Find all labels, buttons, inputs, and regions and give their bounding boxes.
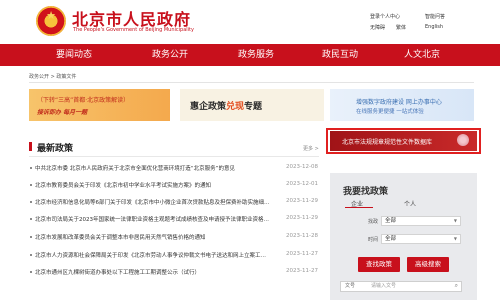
highlight-box	[326, 128, 481, 154]
main-nav: 要闻动态 政务公开 政务服务 政民互动 人文北京	[0, 44, 500, 66]
search-icon[interactable]: ⌕	[455, 281, 458, 290]
divider	[29, 82, 474, 83]
policy-item-date: 2023-11-28	[286, 233, 318, 239]
document-number-search[interactable]: 文号 请输入文号 ⌕	[340, 281, 462, 292]
policy-item-title[interactable]: 北京市人力资源和社会保障局关于印发《北京市劳动人事争议仲裁文书电子送达和网上立案…	[35, 251, 270, 259]
banner2-title: 惠企政策兑现专题	[190, 102, 263, 112]
search-panel-title: 我要找政策	[343, 187, 389, 197]
accessibility-link[interactable]: 无障碍	[370, 24, 385, 31]
policy-item-date: 2023-11-29	[286, 215, 318, 221]
chevron-down-icon: ▼	[453, 218, 457, 223]
nav-item-culture[interactable]: 人文北京	[392, 44, 452, 66]
policy-item-date: 2023-12-08	[286, 164, 318, 170]
policy-item[interactable]: 北京市人力资源和社会保障局关于印发《北京市劳动人事争议仲裁文书电子送达和网上立案…	[29, 251, 321, 261]
policy-field-label: 找政	[368, 219, 379, 225]
policy-type-value: 全部	[385, 218, 397, 224]
site-header: ★ 北京市人民政府 The People's Government of Bei…	[0, 0, 500, 44]
traditional-chinese-link[interactable]: 繁体	[396, 24, 406, 31]
policy-section-title: 最新政策	[37, 144, 74, 154]
policy-item-title[interactable]: 北京市发展和改革委员会关于调整本市非居民用天然气销售价格的通知	[35, 233, 270, 241]
divider	[29, 156, 319, 157]
policy-item-title[interactable]: 北京市司法局关于2023年国家统一法律职业资格主观题考试成绩核查及申请授予法律职…	[35, 215, 270, 223]
banner3-line1: 增强数字政府建设 网上办事中心	[356, 99, 442, 106]
active-tab-indicator	[345, 207, 373, 208]
site-subtitle: The People's Government of Beijing Munic…	[73, 27, 194, 33]
time-field-label: 时间	[368, 237, 379, 243]
bullet-icon	[30, 271, 32, 273]
english-link[interactable]: English	[425, 24, 443, 30]
policy-item-title[interactable]: 中共北京市委 北京市人民政府关于北京市全面优化营商环境打造“北京服务”的意见	[35, 164, 270, 172]
policy-item-title[interactable]: 北京市教育委员会关于印发《北京市初中学业水平考试实施方案》的通知	[35, 181, 270, 189]
smart-qa-link[interactable]: 智能问答	[425, 13, 445, 20]
banner3-line2: 在线服务更便捷 一站式体验	[356, 109, 424, 115]
policy-item-date: 2023-12-01	[286, 181, 318, 187]
policy-item[interactable]: 北京市经济和信息化局等6部门关于印发《北京市中小微企业首次贷款贴息及担保费补助实…	[29, 198, 321, 208]
policy-item[interactable]: 北京市司法局关于2023年国家统一法律职业资格主观题考试成绩核查及申请授予法律职…	[29, 215, 321, 225]
bullet-icon	[30, 184, 32, 186]
nav-item-services[interactable]: 政务服务	[226, 44, 286, 66]
breadcrumb[interactable]: 政务公开 > 政策文件	[29, 73, 76, 80]
chevron-down-icon: ▼	[453, 236, 457, 241]
nav-item-government-affairs[interactable]: 政务公开	[140, 44, 200, 66]
policy-item-date: 2023-11-27	[286, 251, 318, 257]
policy-item-title[interactable]: 北京市通州区九棵树街道办事处以下工程施工工期调整公示（试行）	[35, 268, 270, 276]
time-select[interactable]: 全部 ▼	[381, 234, 461, 244]
banner-digital-government[interactable]: 增强数字政府建设 网上办事中心 在线服务更便捷 一站式体验	[330, 89, 474, 121]
policy-item-date: 2023-11-29	[286, 198, 318, 204]
tab-individual[interactable]: 个人	[404, 199, 416, 208]
bullet-icon	[30, 218, 32, 220]
bullet-icon	[30, 167, 32, 169]
find-policy-button[interactable]: 查找政策	[358, 257, 400, 272]
policy-item[interactable]: 中共北京市委 北京市人民政府关于北京市全面优化营商环境打造“北京服务”的意见 2…	[29, 164, 321, 174]
time-value: 全部	[385, 236, 397, 242]
doc-number-input[interactable]: 请输入文号	[371, 282, 396, 291]
banner1-line2: 接诉即办 每月一题	[37, 109, 88, 116]
bullet-icon	[30, 201, 32, 203]
bullet-icon	[30, 254, 32, 256]
bullet-icon	[30, 236, 32, 238]
policy-type-select[interactable]: 全部 ▼	[381, 216, 461, 226]
policy-item-date: 2023-11-27	[286, 268, 318, 274]
policy-item-title[interactable]: 北京市经济和信息化局等6部门关于印发《北京市中小微企业首次贷款贴息及担保费补助实…	[35, 198, 270, 206]
policy-item[interactable]: 北京市发展和改革委员会关于调整本市非居民用天然气销售价格的通知 2023-11-…	[29, 233, 321, 243]
emblem-star-icon: ★	[46, 9, 56, 22]
banner-enterprise-policy[interactable]: 惠企政策兑现专题	[180, 89, 324, 121]
more-link[interactable]: 更多 >	[303, 145, 319, 152]
policy-item[interactable]: 北京市通州区九棵树街道办事处以下工程施工工期调整公示（试行） 2023-11-2…	[29, 268, 321, 278]
section-marker	[29, 142, 32, 151]
nav-item-news[interactable]: 要闻动态	[44, 44, 104, 66]
page: ★ 北京市人民政府 The People's Government of Bei…	[0, 0, 500, 300]
banner-complaint-handling[interactable]: （下转“三高”首都·北京政策解读） 接诉即办 每月一题	[29, 89, 170, 121]
policy-item[interactable]: 北京市教育委员会关于印发《北京市初中学业水平考试实施方案》的通知 2023-12…	[29, 181, 321, 191]
doc-number-label: 文号	[345, 283, 356, 289]
banner1-line1: （下转“三高”首都·北京政策解读）	[37, 97, 130, 104]
login-link[interactable]: 登录个人中心	[370, 13, 400, 20]
nav-item-interaction[interactable]: 政民互动	[310, 44, 370, 66]
advanced-search-button[interactable]: 高级搜索	[407, 257, 449, 272]
